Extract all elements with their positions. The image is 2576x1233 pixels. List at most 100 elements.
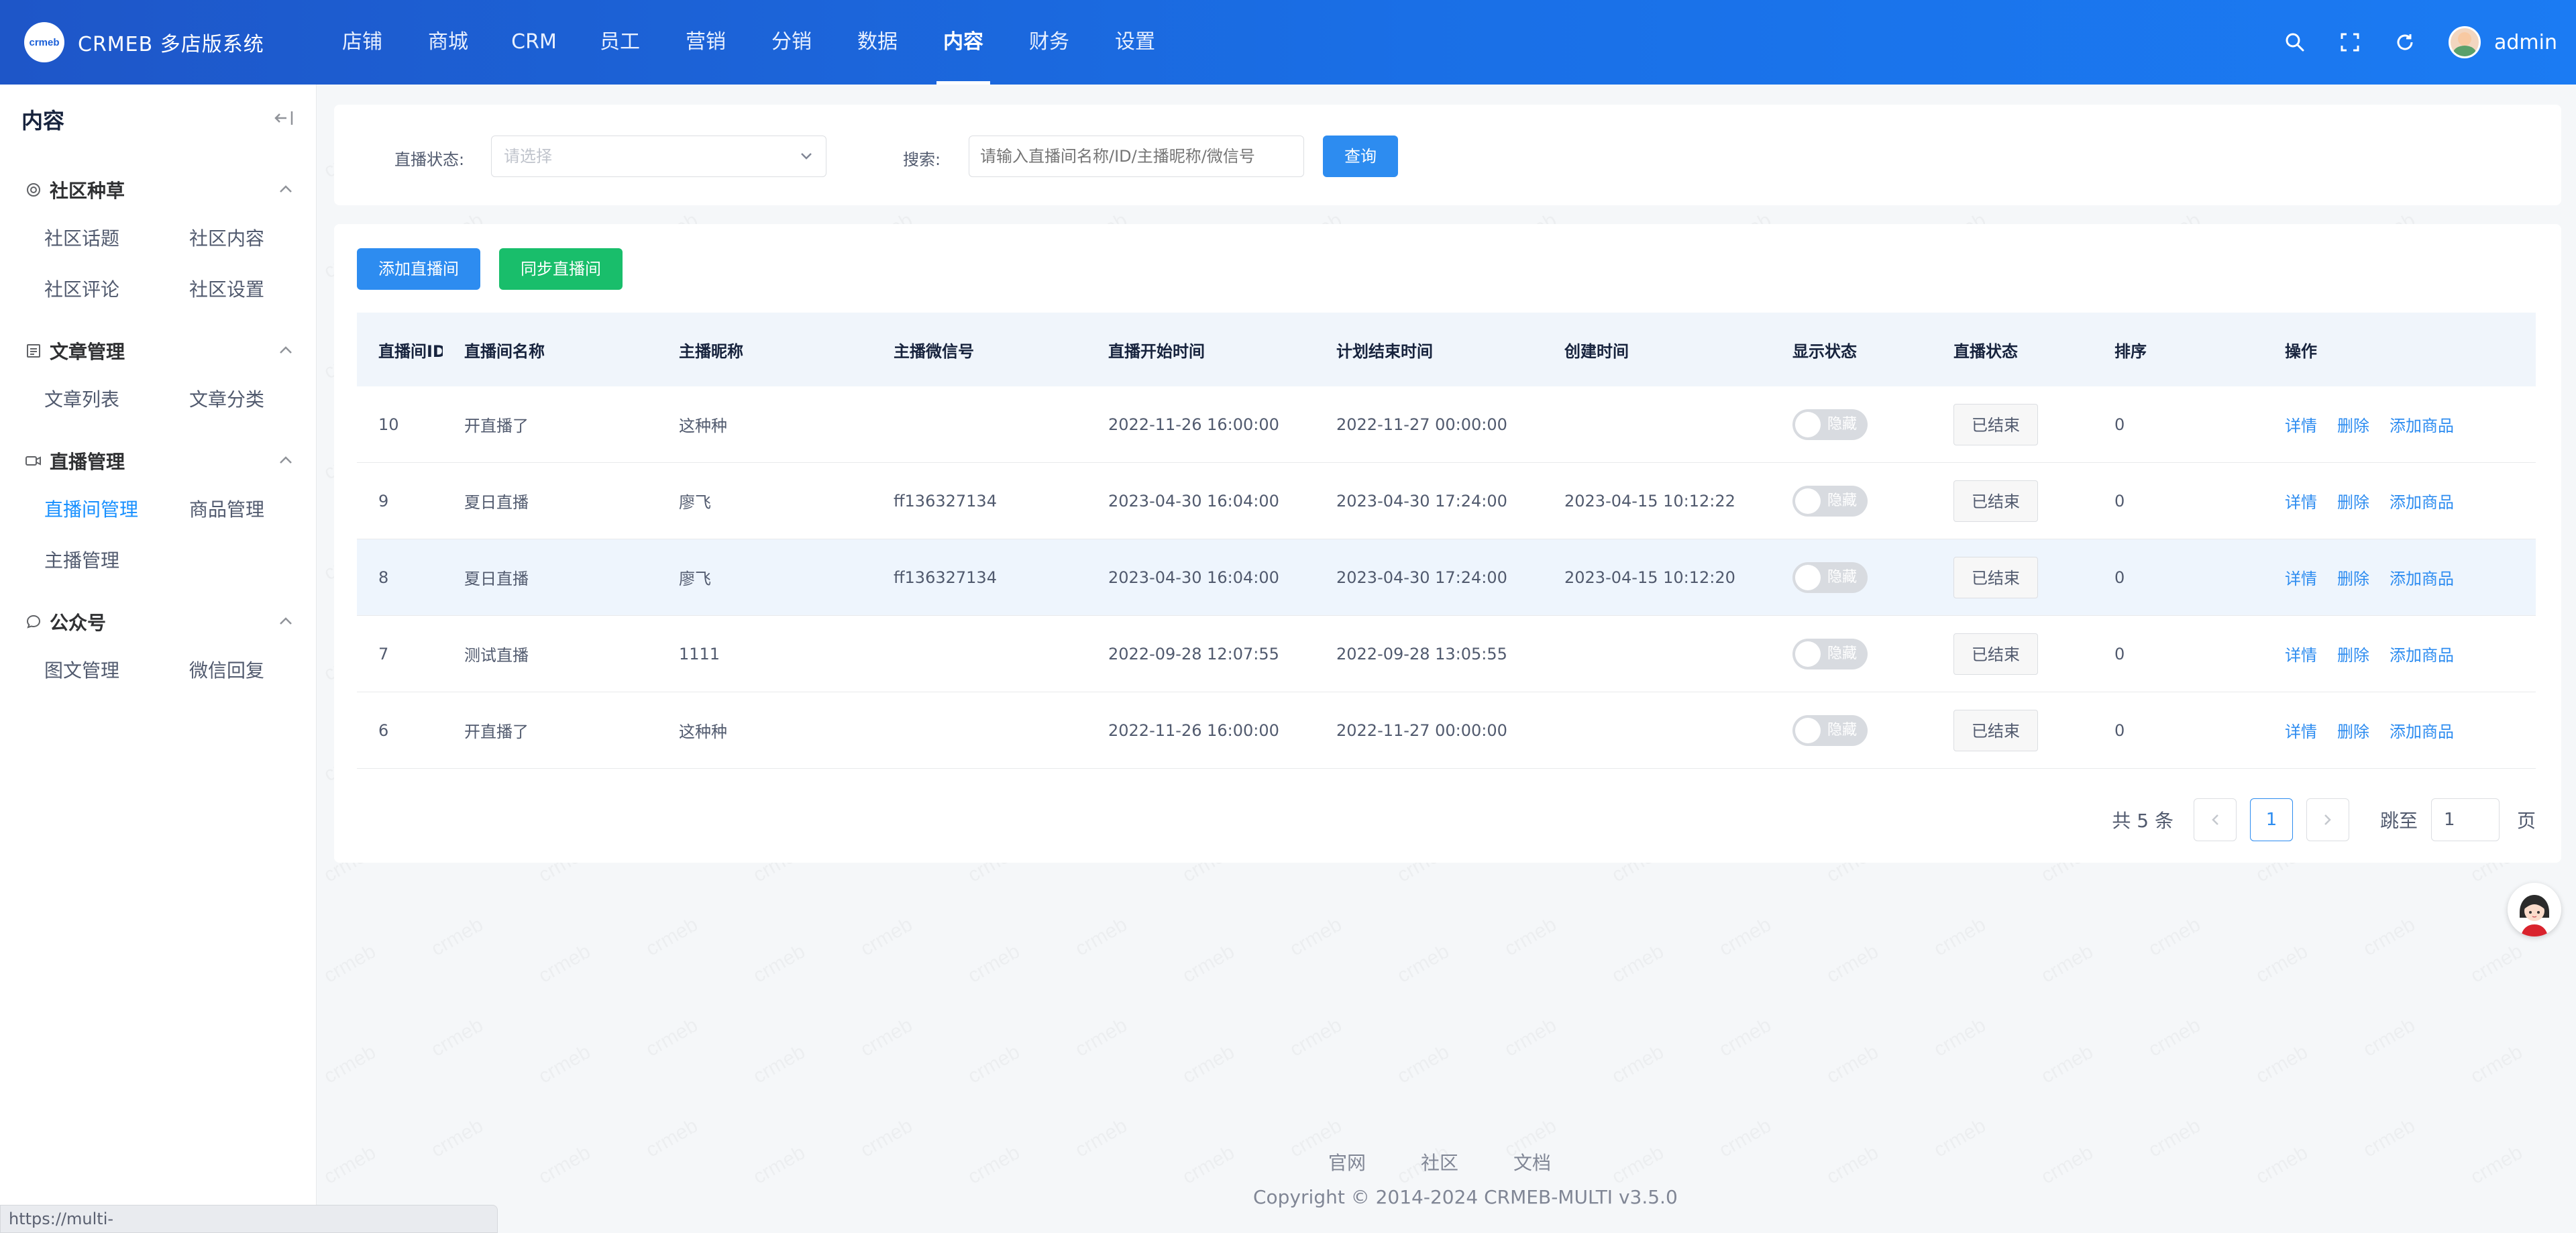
sidebar-item-community-content[interactable]: 社区内容 <box>189 213 334 264</box>
cell-sort: 0 <box>2114 720 2125 740</box>
detail-link[interactable]: 详情 <box>2285 493 2317 512</box>
cell-end-time: 2022-11-27 00:00:00 <box>1336 720 1507 740</box>
status-select[interactable]: 请选择 <box>491 136 826 177</box>
watermark-text: crmeb <box>749 1040 809 1088</box>
detail-link[interactable]: 详情 <box>2285 417 2317 435</box>
next-page-button[interactable] <box>2306 798 2349 841</box>
cell-live-status: 已结束 <box>1932 480 2093 522</box>
sidebar-item-community-comments[interactable]: 社区评论 <box>44 264 189 315</box>
page-button-current[interactable]: 1 <box>2249 798 2293 841</box>
detail-link[interactable]: 详情 <box>2285 570 2317 588</box>
sync-live-room-button[interactable]: 同步直播间 <box>499 248 623 290</box>
topnav-item-data[interactable]: 数据 <box>835 0 920 85</box>
watermark-text: crmeb <box>1608 1040 1668 1088</box>
cell-created-time: 2023-04-15 10:12:22 <box>1564 491 1735 511</box>
status-filter-label: 直播状态: <box>394 150 465 169</box>
prev-page-button[interactable] <box>2193 798 2237 841</box>
watermark-text: crmeb <box>1501 913 1560 961</box>
cell-anchor: 这种种 <box>679 722 727 741</box>
cell-ops: 详情 删除 添加商品 <box>2263 642 2536 665</box>
table-row: 8 夏日直播 廖飞 ff136327134 2023-04-30 16:04:00 202… <box>357 539 2536 616</box>
col-header-show: 显示状态 <box>1792 341 1857 361</box>
chevron-up-icon <box>278 184 293 197</box>
query-button[interactable]: 查询 <box>1323 136 1398 177</box>
sidebar-item-live-rooms[interactable]: 直播间管理 <box>44 484 189 535</box>
logo[interactable]: crmeb CRMEB 多店版系统 <box>24 22 319 62</box>
add-goods-link[interactable]: 添加商品 <box>2390 646 2454 665</box>
section-toggle[interactable]: 文章管理 <box>0 327 316 374</box>
sidebar-item-live-goods[interactable]: 商品管理 <box>189 484 334 535</box>
cell-anchor: 廖飞 <box>679 493 711 512</box>
sidebar-item-article-category[interactable]: 文章分类 <box>189 374 334 425</box>
cell-id: 6 <box>378 720 389 740</box>
cell-name: 夏日直播 <box>464 493 529 512</box>
footer-link-docs[interactable]: 文档 <box>1513 1148 1551 1175</box>
topnav-item-staff[interactable]: 员工 <box>577 0 663 85</box>
topnav-item-settings[interactable]: 设置 <box>1092 0 1178 85</box>
cell-created-time: 2023-04-15 10:12:20 <box>1564 568 1735 587</box>
watermark-text: crmeb <box>427 1114 487 1162</box>
sidebar-section-community: 社区种草 社区话题 社区内容 社区评论 社区设置 <box>0 166 316 315</box>
add-goods-link[interactable]: 添加商品 <box>2390 722 2454 741</box>
live-status-badge: 已结束 <box>1953 403 2038 445</box>
detail-link[interactable]: 详情 <box>2285 646 2317 665</box>
section-toggle[interactable]: 社区种草 <box>0 166 316 213</box>
topnav-item-marketing[interactable]: 营销 <box>663 0 749 85</box>
sidebar-item-community-settings[interactable]: 社区设置 <box>189 264 334 315</box>
show-status-toggle[interactable]: 隐藏 <box>1792 561 1868 593</box>
cell-show-status: 隐藏 <box>1771 638 1932 669</box>
detail-link[interactable]: 详情 <box>2285 722 2317 741</box>
search-icon[interactable] <box>2267 0 2322 85</box>
jump-page-input[interactable]: 1 <box>2430 798 2500 841</box>
topnav-item-store[interactable]: 店铺 <box>319 0 405 85</box>
watermark-text: crmeb <box>1501 1014 1560 1061</box>
document-icon <box>24 341 43 360</box>
topnav-item-content[interactable]: 内容 <box>920 0 1006 85</box>
fullscreen-icon[interactable] <box>2322 0 2377 85</box>
watermark-text: crmeb <box>857 913 916 961</box>
admin-name[interactable]: admin <box>2494 31 2557 54</box>
sidebar-item-article-list[interactable]: 文章列表 <box>44 374 189 425</box>
cell-sort: 0 <box>2114 491 2125 511</box>
sidebar-header: 内容 <box>0 85 316 154</box>
footer-link-community[interactable]: 社区 <box>1421 1148 1458 1175</box>
watermark-text: crmeb <box>642 1114 702 1162</box>
add-live-room-button[interactable]: 添加直播间 <box>357 248 480 290</box>
chevron-left-icon <box>2212 814 2218 825</box>
toggle-knob <box>1795 641 1821 667</box>
topnav-item-finance[interactable]: 财务 <box>1006 0 1092 85</box>
search-input[interactable] <box>969 136 1304 177</box>
watermark-text: crmeb <box>1179 940 1238 987</box>
sidebar-item-wechat-reply[interactable]: 微信回复 <box>189 645 334 696</box>
delete-link[interactable]: 删除 <box>2337 722 2369 741</box>
sidebar-item-news-management[interactable]: 图文管理 <box>44 645 189 696</box>
show-status-toggle[interactable]: 隐藏 <box>1792 714 1868 746</box>
delete-link[interactable]: 删除 <box>2337 646 2369 665</box>
footer-link-website[interactable]: 官网 <box>1328 1148 1366 1175</box>
watermark-text: crmeb <box>2359 1014 2419 1061</box>
delete-link[interactable]: 删除 <box>2337 570 2369 588</box>
topnav-item-mall[interactable]: 商城 <box>405 0 491 85</box>
add-goods-link[interactable]: 添加商品 <box>2390 570 2454 588</box>
customer-service-avatar-icon[interactable] <box>2508 883 2561 936</box>
sidebar-item-anchors[interactable]: 主播管理 <box>44 535 189 586</box>
collapse-sidebar-icon[interactable] <box>273 110 293 129</box>
cell-end-time: 2023-04-30 17:24:00 <box>1336 568 1507 587</box>
show-status-toggle[interactable]: 隐藏 <box>1792 485 1868 517</box>
section-toggle[interactable]: 公众号 <box>0 598 316 645</box>
section-toggle[interactable]: 直播管理 <box>0 437 316 484</box>
avatar[interactable] <box>2449 26 2481 58</box>
cell-wechat: ff136327134 <box>894 491 997 511</box>
show-status-toggle[interactable]: 隐藏 <box>1792 638 1868 669</box>
refresh-icon[interactable] <box>2377 0 2432 85</box>
add-goods-link[interactable]: 添加商品 <box>2390 493 2454 512</box>
delete-link[interactable]: 删除 <box>2337 493 2369 512</box>
delete-link[interactable]: 删除 <box>2337 417 2369 435</box>
add-goods-link[interactable]: 添加商品 <box>2390 417 2454 435</box>
cell-name: 测试直播 <box>464 646 529 665</box>
show-status-toggle[interactable]: 隐藏 <box>1792 409 1868 440</box>
topnav-item-crm[interactable]: CRM <box>491 0 577 85</box>
topnav-item-distribution[interactable]: 分销 <box>749 0 835 85</box>
sidebar-item-community-topics[interactable]: 社区话题 <box>44 213 189 264</box>
watermark-text: crmeb <box>1823 940 1882 987</box>
